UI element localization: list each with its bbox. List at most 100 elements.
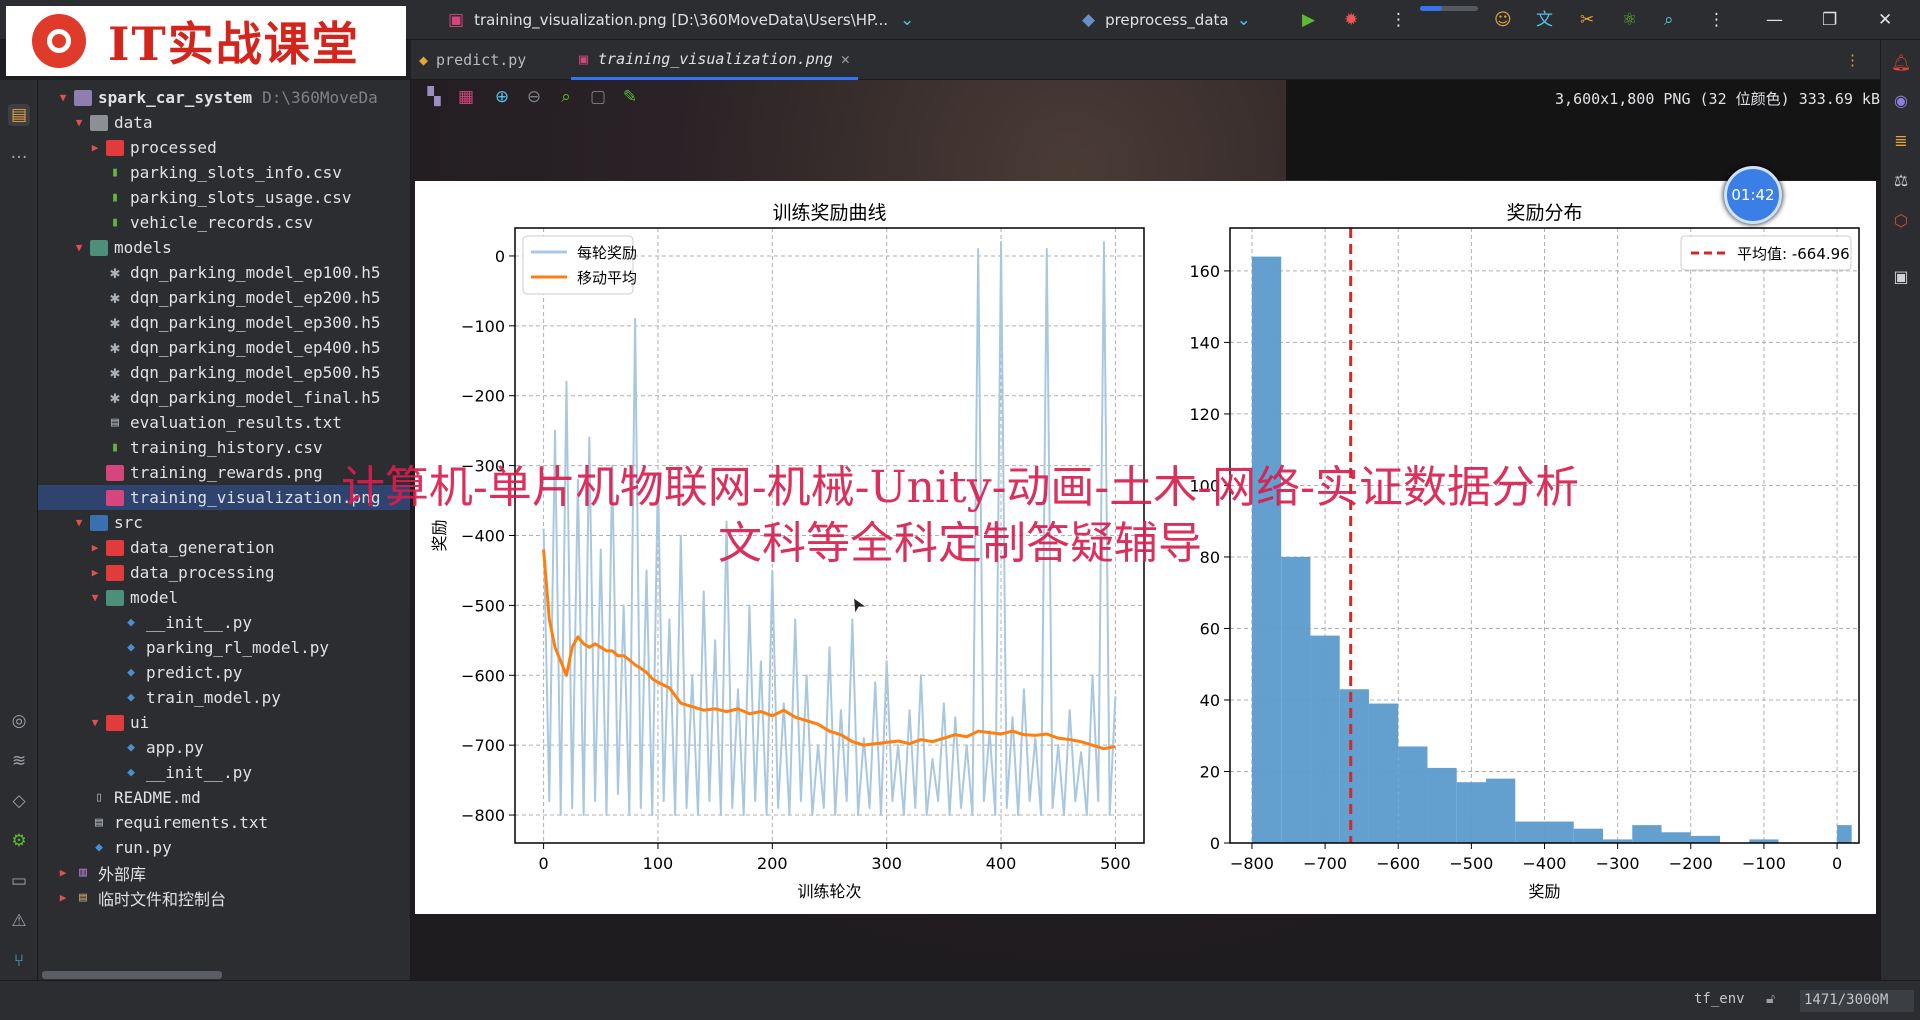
histogram-bar: [1456, 782, 1486, 843]
tree-item-python-file[interactable]: ◆ app.py: [38, 735, 410, 760]
tree-item-package-folder[interactable]: ▼ model: [38, 585, 410, 610]
minimize-button[interactable]: —: [1766, 8, 1783, 32]
zoom-in-icon[interactable]: ⊕: [491, 86, 513, 108]
tree-item-python-file[interactable]: ◆ __init__.py: [38, 760, 410, 785]
checkerboard-icon[interactable]: ▚: [423, 86, 445, 108]
watermark-line2: 文科等全科定制答疑辅导: [718, 518, 1202, 569]
tree-item-python-file[interactable]: ◆ parking_rl_model.py: [38, 635, 410, 660]
tree-item-csv-file[interactable]: ▮ parking_slots_info.csv: [38, 160, 410, 185]
run-button[interactable]: ▶: [1302, 8, 1315, 32]
database-icon[interactable]: ≣: [1890, 130, 1912, 152]
tree-item-python-file[interactable]: ◆ run.py: [38, 835, 410, 860]
py-icon: ◆: [95, 840, 103, 855]
chevron-down-icon[interactable]: ▼: [72, 116, 86, 129]
tab-training-visualization[interactable]: ▣ training_visualization.png ✕: [571, 40, 858, 80]
editor-tabs: ◆ predict.py ▣ training_visualization.pn…: [411, 40, 1880, 80]
tree-item-model-file[interactable]: ✱ dqn_parking_model_ep300.h5: [38, 310, 410, 335]
tree-item-external-libraries[interactable]: ▶ ▥ 外部库: [38, 860, 410, 885]
color-picker-icon[interactable]: ✎: [619, 86, 641, 108]
project-tool-icon[interactable]: ▤: [8, 104, 30, 126]
lock-icon[interactable]: 🔓︎: [1766, 991, 1775, 1007]
tree-item-model-file[interactable]: ✱ dqn_parking_model_ep100.h5: [38, 260, 410, 285]
chevron-right-icon[interactable]: ▶: [88, 141, 102, 154]
python-packages-icon[interactable]: ◎: [8, 710, 30, 732]
grid-icon[interactable]: ▦: [455, 86, 477, 108]
legend-label: 每轮奖励: [577, 244, 637, 262]
tick-label-x: 0: [538, 854, 548, 873]
fit-icon[interactable]: ▢: [587, 86, 609, 108]
close-tab-icon[interactable]: ✕: [841, 50, 850, 68]
horizontal-scrollbar[interactable]: [42, 971, 222, 979]
tree-item-csv-file[interactable]: ▮ parking_slots_usage.csv: [38, 185, 410, 210]
tab-options[interactable]: ⋮: [1845, 40, 1860, 80]
structure-icon[interactable]: ⚖: [1890, 170, 1912, 192]
tree-item-model-file[interactable]: ✱ dqn_parking_model_ep500.h5: [38, 360, 410, 385]
chevron-down-icon[interactable]: ▼: [88, 591, 102, 604]
timer-badge[interactable]: 01:42: [1724, 166, 1782, 224]
more-tools-icon[interactable]: …: [8, 142, 30, 164]
tree-item-ui-folder[interactable]: ▼ ui: [38, 710, 410, 735]
cube-icon[interactable]: ⬡: [1890, 210, 1912, 232]
more-vertical-icon: ⋮: [1708, 10, 1725, 30]
chevron-right-icon[interactable]: ▶: [56, 866, 70, 879]
zoom-out-icon[interactable]: ⊖: [523, 86, 545, 108]
folder-icon: [74, 89, 92, 106]
tab-predict[interactable]: ◆ predict.py: [419, 40, 526, 80]
more-run-actions[interactable]: ⋮: [1390, 8, 1407, 32]
chevron-down-icon[interactable]: ▼: [88, 716, 102, 729]
tree-item-python-file[interactable]: ◆ train_model.py: [38, 685, 410, 710]
run-config-selector[interactable]: ◆ preprocess_data ⌄: [1082, 8, 1251, 32]
tools-button[interactable]: ✂: [1580, 8, 1594, 32]
tree-item-data-folder[interactable]: ▼ data: [38, 110, 410, 135]
close-window-button[interactable]: ✕: [1878, 8, 1892, 32]
chevron-down-icon: ⌄: [1236, 10, 1251, 30]
tick-label-y: 0: [1210, 834, 1220, 853]
translate-button[interactable]: 文: [1536, 8, 1553, 32]
x-axis-label: 奖励: [1528, 882, 1560, 901]
more-button[interactable]: ⋮: [1708, 8, 1725, 32]
tree-root[interactable]: ▼ spark_car_system D:\360MoveDa: [38, 85, 410, 110]
tree-item-label: dqn_parking_model_ep100.h5: [130, 263, 381, 282]
tree-item-model-file[interactable]: ✱ dqn_parking_model_ep400.h5: [38, 335, 410, 360]
tree-item-text-file[interactable]: ▤ requirements.txt: [38, 810, 410, 835]
pkg-icon: [106, 589, 124, 606]
services-icon[interactable]: ≋: [8, 750, 30, 772]
chevron-down-icon[interactable]: ▼: [72, 241, 86, 254]
interpreter-env[interactable]: tf_env: [1694, 991, 1745, 1007]
tree-item-markdown-file[interactable]: ▯ README.md: [38, 785, 410, 810]
search-button[interactable]: ⌕: [1664, 8, 1674, 32]
tree-item-processed-folder[interactable]: ▶ processed: [38, 135, 410, 160]
collab-button[interactable]: ☺: [1494, 8, 1512, 32]
ai-assistant-icon[interactable]: ◉: [1890, 90, 1912, 112]
tree-item-python-file[interactable]: ◆ predict.py: [38, 660, 410, 685]
tree-item-csv-file[interactable]: ▮ training_history.csv: [38, 435, 410, 460]
document-icon[interactable]: ▣: [1890, 266, 1912, 288]
tick-label-x: 500: [1100, 854, 1131, 873]
tree-item-csv-file[interactable]: ▮ vehicle_records.csv: [38, 210, 410, 235]
image-info: 3,600x1,800 PNG (32 位颜色) 333.69 kB: [1555, 90, 1880, 108]
debug-button[interactable]: ✹: [1344, 8, 1358, 32]
terminal-icon[interactable]: ▭: [8, 870, 30, 892]
tree-item-model-file[interactable]: ✱ dqn_parking_model_ep200.h5: [38, 285, 410, 310]
tree-item-scratches[interactable]: ▶ ▤ 临时文件和控制台: [38, 885, 410, 910]
tick-label-x: −400: [1523, 854, 1567, 873]
problems-icon[interactable]: ⚠: [8, 910, 30, 932]
settings-icon[interactable]: ⚙: [8, 830, 30, 852]
layers-icon[interactable]: ◇: [8, 790, 30, 812]
notifications-icon[interactable]: 🔔︎: [1890, 52, 1912, 74]
tree-item-python-file[interactable]: ◆ __init__.py: [38, 610, 410, 635]
tree-item-label: model: [130, 588, 179, 607]
tree-item-text-file[interactable]: ▤ evaluation_results.txt: [38, 410, 410, 435]
memory-indicator[interactable]: 1471/3000M: [1800, 990, 1914, 1012]
tree-item-models-folder[interactable]: ▼ models: [38, 235, 410, 260]
file-title[interactable]: ▣ training_visualization.png [D:\360Move…: [448, 8, 914, 32]
tree-item-model-file[interactable]: ✱ dqn_parking_model_final.h5: [38, 385, 410, 410]
plugin-button[interactable]: ⚛: [1622, 8, 1637, 32]
py-icon: ◆: [127, 640, 135, 655]
git-icon[interactable]: ⑂: [8, 950, 30, 972]
watermark: 计算机-单片机物联网-机械-Unity-动画-土木-网络-实证数据分析 文科等全科…: [0, 460, 1920, 572]
maximize-button[interactable]: ❐: [1822, 8, 1837, 32]
actual-size-icon[interactable]: ⌕: [555, 86, 577, 108]
py-icon: ◆: [127, 665, 135, 680]
chevron-right-icon[interactable]: ▶: [56, 891, 70, 904]
